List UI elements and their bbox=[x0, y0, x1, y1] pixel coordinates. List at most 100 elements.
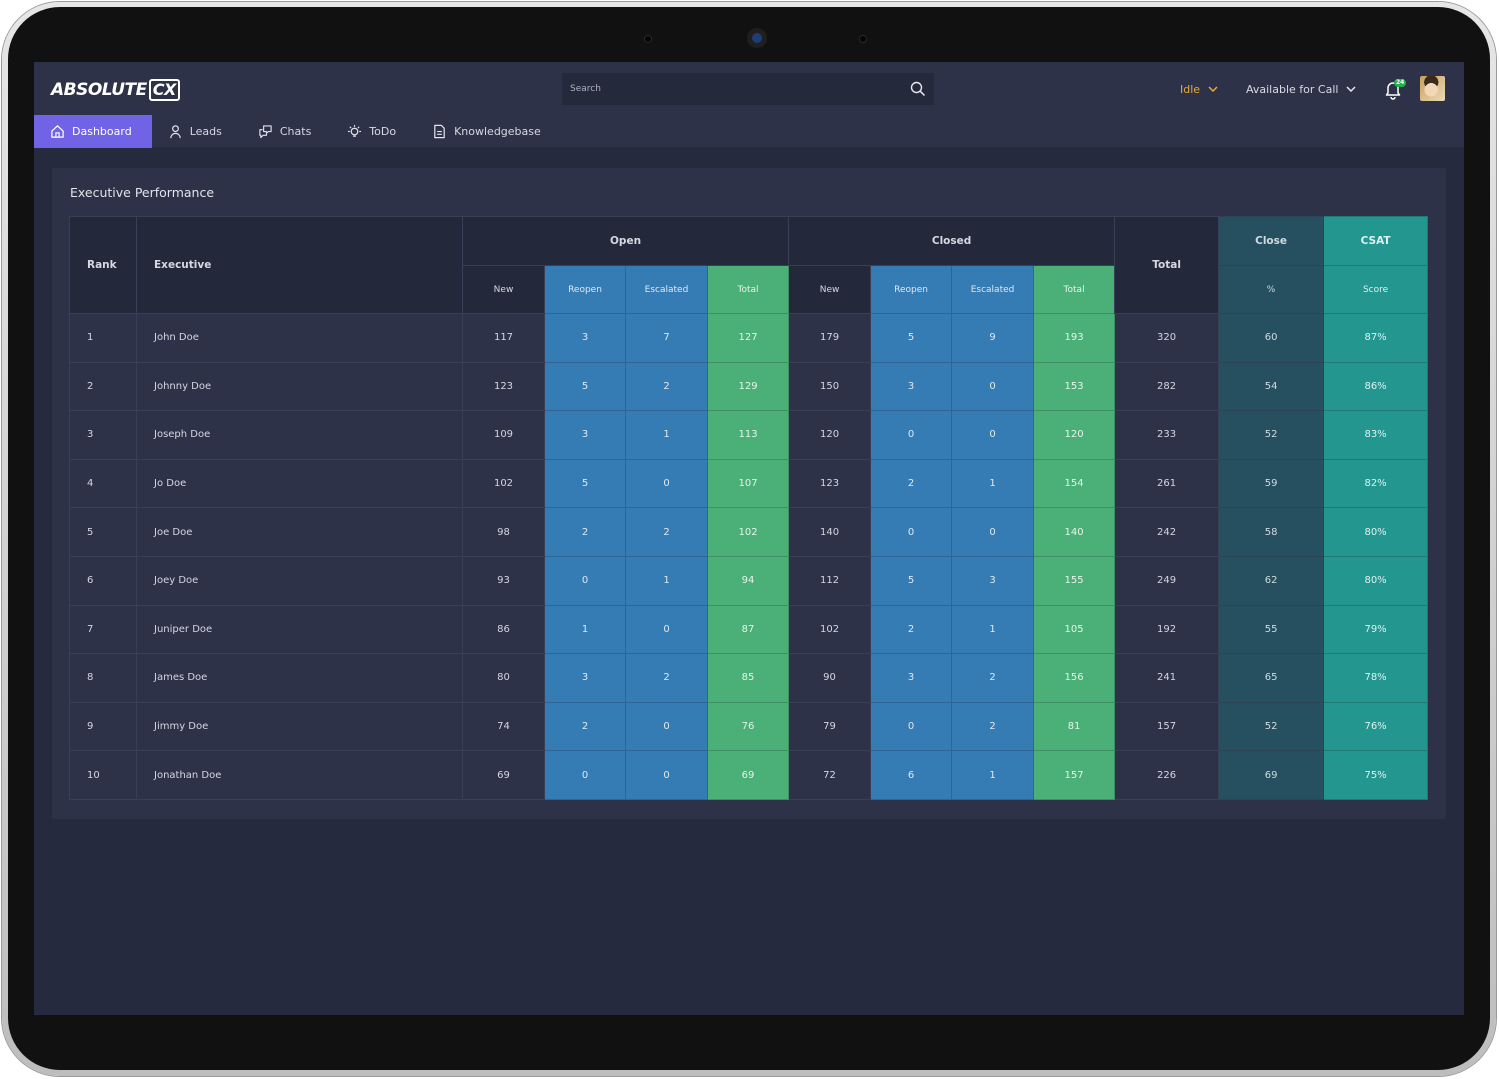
logo[interactable]: ABSOLUTE CX bbox=[51, 78, 180, 102]
cell-total: 282 bbox=[1114, 361, 1220, 412]
cell-csat-score: 86% bbox=[1323, 361, 1429, 412]
cell-open-new: 93 bbox=[462, 555, 545, 606]
cell-open-total: 107 bbox=[706, 458, 790, 509]
header-open-reopen[interactable]: Reopen bbox=[544, 265, 626, 314]
cell-open-escalated: 0 bbox=[625, 604, 708, 655]
cell-csat-score: 75% bbox=[1323, 750, 1429, 800]
cell-executive: Joe Doe bbox=[136, 507, 463, 557]
cell-total: 226 bbox=[1114, 750, 1220, 800]
user-icon bbox=[169, 125, 181, 139]
cell-open-new: 123 bbox=[462, 361, 545, 412]
cell-csat-score: 87% bbox=[1323, 313, 1429, 363]
cell-close-percent: 58 bbox=[1218, 507, 1325, 557]
table-row[interactable]: 1 John Doe 117 3 7 127 179 5 9 193 320 60 87% bbox=[69, 313, 1429, 363]
cell-open-total: 129 bbox=[706, 361, 790, 412]
cell-close-percent: 52 bbox=[1218, 410, 1325, 460]
table-row[interactable]: 2 Johnny Doe 123 5 2 129 150 3 0 153 282 54 86% bbox=[69, 361, 1429, 412]
table-row[interactable]: 5 Joe Doe 98 2 2 102 140 0 0 140 242 58 80% bbox=[69, 507, 1429, 557]
chevron-down-icon bbox=[1208, 86, 1218, 92]
cell-rank: 2 bbox=[69, 361, 137, 412]
table-row[interactable]: 7 Juniper Doe 86 1 0 87 102 2 1 105 192 55 79% bbox=[69, 604, 1429, 655]
header-closed-reopen[interactable]: Reopen bbox=[870, 265, 953, 314]
cell-open-new: 109 bbox=[462, 410, 545, 460]
cell-closed-reopen: 0 bbox=[870, 410, 953, 460]
header-closed-total[interactable]: Total bbox=[1033, 265, 1116, 314]
chat-icon bbox=[259, 125, 272, 139]
header-close-percent[interactable]: % bbox=[1218, 265, 1325, 314]
cell-closed-reopen: 0 bbox=[870, 507, 953, 557]
table-row[interactable]: 4 Jo Doe 102 5 0 107 123 2 1 154 261 59 82% bbox=[69, 458, 1429, 509]
nav-dashboard[interactable]: Dashboard bbox=[34, 115, 152, 148]
header-rank[interactable]: Rank bbox=[69, 216, 137, 314]
top-bar: ABSOLUTE CX Idle Available for Call 24 bbox=[34, 62, 1464, 115]
cell-open-total: 76 bbox=[706, 701, 790, 752]
header-open-escalated[interactable]: Escalated bbox=[625, 265, 708, 314]
header-executive[interactable]: Executive bbox=[136, 216, 463, 314]
header-closed-escalated[interactable]: Escalated bbox=[951, 265, 1035, 314]
cell-open-escalated: 2 bbox=[625, 361, 708, 412]
cell-executive: Joey Doe bbox=[136, 555, 463, 606]
status-dropdown[interactable]: Idle bbox=[1180, 79, 1218, 99]
availability-dropdown[interactable]: Available for Call bbox=[1246, 79, 1356, 99]
cell-closed-reopen: 5 bbox=[870, 313, 953, 363]
cell-csat-score: 83% bbox=[1323, 410, 1429, 460]
cell-open-new: 98 bbox=[462, 507, 545, 557]
header-open: Open bbox=[461, 216, 790, 266]
cell-rank: 5 bbox=[69, 507, 137, 557]
cell-open-new: 86 bbox=[462, 604, 545, 655]
cell-total: 242 bbox=[1114, 507, 1220, 557]
cell-csat-score: 79% bbox=[1323, 604, 1429, 655]
cell-rank: 6 bbox=[69, 555, 137, 606]
header-closed-new[interactable]: New bbox=[788, 265, 872, 314]
cell-closed-escalated: 0 bbox=[951, 361, 1035, 412]
cell-closed-reopen: 2 bbox=[870, 458, 953, 509]
cell-total: 320 bbox=[1114, 313, 1220, 363]
avatar[interactable] bbox=[1420, 76, 1445, 101]
logo-badge: CX bbox=[148, 79, 180, 101]
nav-label: Dashboard bbox=[72, 125, 132, 138]
header-total[interactable]: Total bbox=[1114, 216, 1220, 314]
cell-open-total: 85 bbox=[706, 653, 790, 703]
sensor-icon bbox=[644, 35, 652, 43]
header-csat-score[interactable]: Score bbox=[1323, 265, 1429, 314]
cell-closed-total: 193 bbox=[1033, 313, 1116, 363]
cell-total: 249 bbox=[1114, 555, 1220, 606]
cell-closed-reopen: 3 bbox=[870, 653, 953, 703]
cell-closed-total: 81 bbox=[1033, 701, 1116, 752]
cell-executive: Jonathan Doe bbox=[136, 750, 463, 800]
table-row[interactable]: 6 Joey Doe 93 0 1 94 112 5 3 155 249 62 80% bbox=[69, 555, 1429, 606]
sensor-icon bbox=[859, 35, 867, 43]
cell-open-total: 102 bbox=[706, 507, 790, 557]
main-nav: Dashboard Leads Chats ToDo Knowledgebase bbox=[34, 115, 1464, 148]
nav-leads[interactable]: Leads bbox=[152, 115, 242, 148]
cell-closed-new: 90 bbox=[788, 653, 872, 703]
cell-closed-reopen: 2 bbox=[870, 604, 953, 655]
cell-closed-escalated: 2 bbox=[951, 653, 1035, 703]
cell-closed-escalated: 1 bbox=[951, 458, 1035, 509]
cell-executive: Juniper Doe bbox=[136, 604, 463, 655]
cell-closed-new: 120 bbox=[788, 410, 872, 460]
table-row[interactable]: 10 Jonathan Doe 69 0 0 69 72 6 1 157 226 69 75% bbox=[69, 750, 1429, 800]
cell-open-escalated: 7 bbox=[625, 313, 708, 363]
header-open-new[interactable]: New bbox=[462, 265, 545, 314]
cell-open-total: 87 bbox=[706, 604, 790, 655]
cell-executive: James Doe bbox=[136, 653, 463, 703]
search-bar bbox=[562, 73, 934, 105]
table-row[interactable]: 3 Joseph Doe 109 3 1 113 120 0 0 120 233 52 83% bbox=[69, 410, 1429, 460]
cell-closed-new: 150 bbox=[788, 361, 872, 412]
search-icon[interactable] bbox=[902, 73, 934, 105]
cell-rank: 7 bbox=[69, 604, 137, 655]
table-row[interactable]: 8 James Doe 80 3 2 85 90 3 2 156 241 65 78% bbox=[69, 653, 1429, 703]
header-open-total[interactable]: Total bbox=[706, 265, 790, 314]
nav-todo[interactable]: ToDo bbox=[331, 115, 416, 148]
cell-closed-total: 157 bbox=[1033, 750, 1116, 800]
cell-rank: 3 bbox=[69, 410, 137, 460]
nav-chats[interactable]: Chats bbox=[242, 115, 331, 148]
cell-total: 241 bbox=[1114, 653, 1220, 703]
table-row[interactable]: 9 Jimmy Doe 74 2 0 76 79 0 2 81 157 52 76% bbox=[69, 701, 1429, 752]
cell-closed-total: 155 bbox=[1033, 555, 1116, 606]
nav-knowledgebase[interactable]: Knowledgebase bbox=[416, 115, 561, 148]
search-input[interactable] bbox=[562, 84, 902, 94]
header-closed: Closed bbox=[788, 216, 1116, 266]
cell-open-reopen: 0 bbox=[544, 555, 626, 606]
